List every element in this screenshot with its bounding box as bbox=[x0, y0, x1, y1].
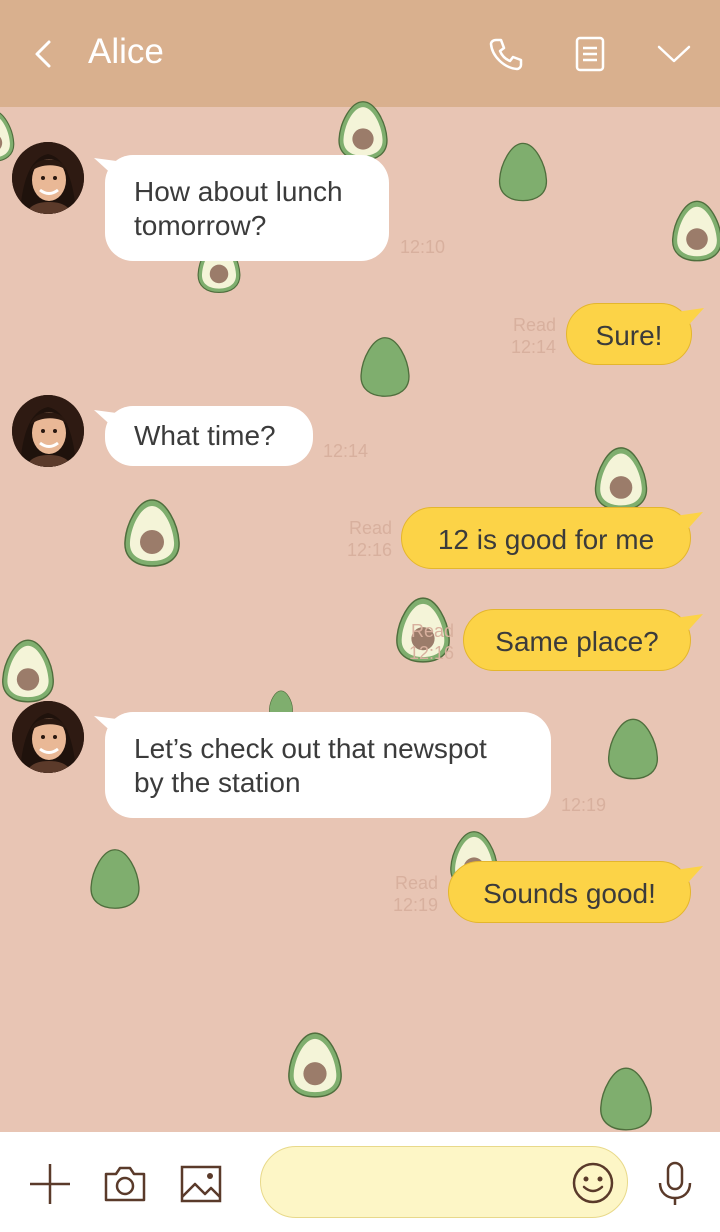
image-icon bbox=[180, 1165, 222, 1203]
chevron-down-icon bbox=[657, 45, 691, 63]
avocado-decoration bbox=[122, 498, 182, 568]
menu-toggle-button[interactable] bbox=[654, 34, 694, 74]
call-button[interactable] bbox=[486, 34, 526, 74]
message-time: 12:19 bbox=[561, 795, 607, 815]
phone-icon bbox=[489, 38, 523, 71]
contact-avatar[interactable] bbox=[12, 142, 84, 214]
emoji-button[interactable] bbox=[571, 1161, 615, 1205]
message-text: by the station bbox=[134, 767, 301, 798]
notes-button[interactable] bbox=[570, 34, 610, 74]
avatar-photo bbox=[12, 701, 84, 773]
bubble-tail bbox=[675, 512, 703, 532]
message-input[interactable] bbox=[285, 1165, 569, 1201]
avocado-decoration bbox=[86, 848, 144, 910]
bubble-tail bbox=[676, 308, 704, 328]
chat-screen: Alice How about lunch tomorrow? 12:10 Re… bbox=[0, 0, 720, 1232]
message-input-field[interactable] bbox=[260, 1146, 628, 1218]
bubble-tail bbox=[675, 614, 703, 634]
avocado-decoration bbox=[598, 1066, 654, 1132]
chat-title: Alice bbox=[88, 32, 164, 71]
message-bubble-incoming[interactable]: What time? bbox=[105, 406, 313, 466]
avocado-decoration bbox=[0, 636, 56, 706]
plus-icon bbox=[30, 1164, 70, 1204]
avocado-decoration bbox=[286, 1030, 344, 1100]
emoji-icon bbox=[572, 1162, 614, 1204]
notes-icon bbox=[575, 36, 605, 72]
message-text: tomorrow? bbox=[134, 210, 267, 241]
voice-button[interactable] bbox=[651, 1160, 699, 1208]
bubble-tail bbox=[675, 866, 703, 886]
avocado-decoration bbox=[356, 336, 414, 398]
message-bubble-incoming[interactable]: How about lunch tomorrow? bbox=[105, 155, 389, 261]
camera-button[interactable] bbox=[101, 1160, 149, 1208]
chat-header: Alice bbox=[0, 0, 720, 107]
message-bubble-outgoing[interactable]: 12 is good for me bbox=[401, 507, 691, 569]
message-time: 12:14 bbox=[323, 441, 369, 461]
message-time: 12:10 bbox=[400, 237, 446, 257]
avocado-decoration bbox=[497, 140, 549, 204]
contact-avatar[interactable] bbox=[12, 701, 84, 773]
photo-button[interactable] bbox=[177, 1160, 225, 1208]
avocado-decoration bbox=[606, 716, 660, 782]
back-button[interactable] bbox=[28, 34, 58, 74]
message-bubble-outgoing[interactable]: Same place? bbox=[463, 609, 691, 671]
contact-avatar[interactable] bbox=[12, 395, 84, 467]
composer-bar bbox=[0, 1132, 720, 1232]
avocado-decoration bbox=[592, 446, 650, 512]
message-bubble-outgoing[interactable]: Sounds good! bbox=[448, 861, 691, 923]
message-bubble-outgoing[interactable]: Sure! bbox=[566, 303, 692, 365]
read-receipt: Read 12:14 bbox=[510, 315, 556, 357]
camera-icon bbox=[104, 1166, 146, 1202]
message-text: Let’s check out that newspot bbox=[134, 733, 487, 764]
read-receipt: Read 12:19 bbox=[392, 873, 438, 915]
add-button[interactable] bbox=[26, 1160, 74, 1208]
back-icon bbox=[35, 40, 51, 68]
avocado-decoration bbox=[670, 196, 720, 266]
read-receipt: Read 12:16 bbox=[408, 621, 454, 663]
message-text: How about lunch bbox=[134, 176, 343, 207]
message-text: What time? bbox=[134, 420, 276, 451]
microphone-icon bbox=[658, 1161, 692, 1205]
avatar-photo bbox=[12, 142, 84, 214]
avocado-decoration bbox=[334, 100, 392, 162]
message-bubble-incoming[interactable]: Let’s check out that newspot by the stat… bbox=[105, 712, 551, 818]
read-receipt: Read 12:16 bbox=[346, 518, 392, 560]
avatar-photo bbox=[12, 395, 84, 467]
avocado-decoration bbox=[0, 105, 16, 167]
